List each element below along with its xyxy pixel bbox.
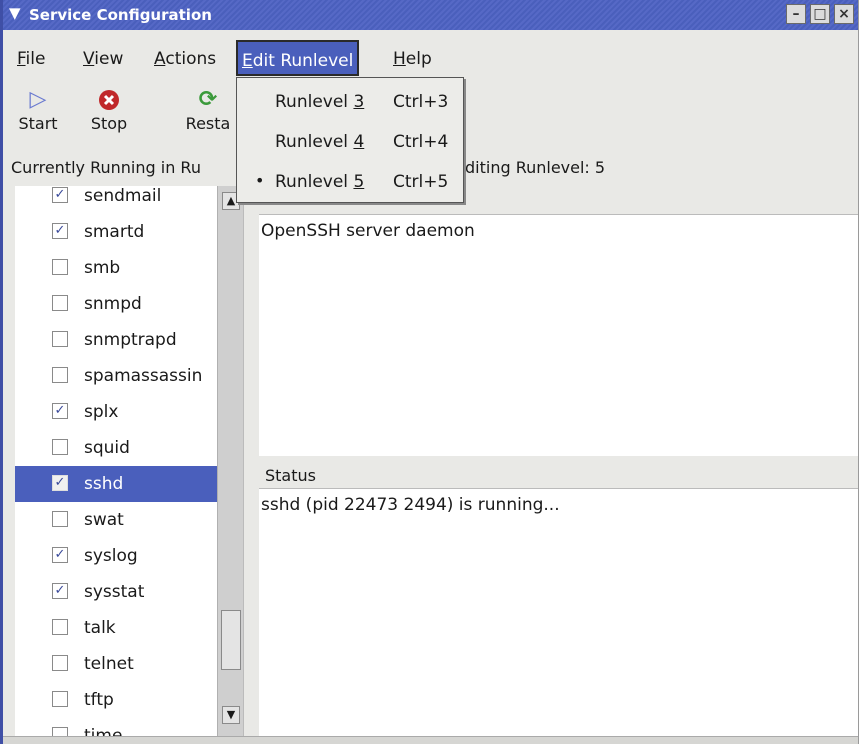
minimize-button[interactable]: – [786, 4, 806, 24]
service-checkbox[interactable] [52, 295, 68, 311]
currently-running-label: Currently Running in Ru [11, 158, 201, 177]
scroll-down-icon[interactable]: ▼ [222, 706, 240, 724]
menu-item-runlevel-3[interactable]: Runlevel 3 Ctrl+3 [237, 84, 463, 120]
restart-button[interactable]: ⟳ Resta [183, 86, 233, 133]
stop-button[interactable]: Stop [87, 86, 131, 133]
list-item[interactable]: smb [15, 250, 217, 286]
selected-bullet-icon: • [255, 171, 265, 190]
service-checkbox[interactable] [52, 511, 68, 527]
menu-help[interactable]: Help [389, 40, 436, 76]
service-checkbox[interactable] [52, 655, 68, 671]
list-item[interactable]: swat [15, 502, 217, 538]
stop-icon [87, 86, 131, 114]
service-checkbox[interactable]: ✓ [52, 583, 68, 599]
list-item[interactable]: snmpd [15, 286, 217, 322]
menu-item-runlevel-5[interactable]: • Runlevel 5 Ctrl+5 [237, 164, 463, 200]
pane-splitter[interactable] [243, 186, 259, 736]
scrollbar-thumb[interactable] [221, 610, 241, 670]
window-bottom-border [3, 736, 858, 744]
status-text: sshd (pid 22473 2494) is running... [261, 495, 560, 515]
service-checkbox[interactable] [52, 331, 68, 347]
service-list-scrollbar[interactable]: ▲ ▼ [217, 186, 243, 736]
service-configuration-window: ▼ Service Configuration – □ × File View … [0, 0, 859, 744]
service-checkbox[interactable] [52, 691, 68, 707]
window-menu-icon[interactable]: ▼ [9, 4, 21, 22]
status-panel: sshd (pid 22473 2494) is running... [259, 488, 858, 736]
menu-actions[interactable]: Actions [150, 40, 220, 76]
maximize-button[interactable]: □ [810, 4, 830, 24]
list-item[interactable]: time [15, 718, 217, 736]
service-checkbox[interactable] [52, 367, 68, 383]
start-button[interactable]: ▷ Start [15, 86, 61, 133]
list-item[interactable]: snmptrapd [15, 322, 217, 358]
list-item[interactable]: tftp [15, 682, 217, 718]
list-item[interactable]: ✓ syslog [15, 538, 217, 574]
service-list: ✓ sendmail ✓ smartd smb snmpd snmptrapd sp… [15, 186, 217, 736]
service-checkbox[interactable] [52, 619, 68, 635]
title-bar: ▼ Service Configuration – □ × [3, 0, 858, 30]
description-panel: OpenSSH server daemon [259, 214, 858, 456]
edit-runlevel-menu: Runlevel 3 Ctrl+3 Runlevel 4 Ctrl+4 • Ru… [236, 77, 464, 203]
menu-bar: File View Actions Edit Runlevel Help [3, 40, 858, 76]
close-button[interactable]: × [834, 4, 854, 24]
service-checkbox[interactable] [52, 727, 68, 736]
service-checkbox[interactable]: ✓ [52, 403, 68, 419]
menu-view[interactable]: View [79, 40, 127, 76]
list-item[interactable]: ✓ splx [15, 394, 217, 430]
list-item[interactable]: talk [15, 610, 217, 646]
restart-icon: ⟳ [198, 87, 218, 112]
list-item[interactable]: ✓ sendmail [15, 186, 217, 214]
play-icon: ▷ [29, 87, 47, 112]
list-item[interactable]: ✓ smartd [15, 214, 217, 250]
service-checkbox[interactable]: ✓ [52, 547, 68, 563]
service-checkbox[interactable]: ✓ [52, 187, 68, 203]
editing-runlevel-label: diting Runlevel: 5 [465, 158, 606, 177]
list-item[interactable]: telnet [15, 646, 217, 682]
menu-item-runlevel-4[interactable]: Runlevel 4 Ctrl+4 [237, 124, 463, 160]
list-item[interactable]: ✓ sysstat [15, 574, 217, 610]
list-item[interactable]: squid [15, 430, 217, 466]
service-checkbox[interactable]: ✓ [52, 223, 68, 239]
list-item[interactable]: spamassassin [15, 358, 217, 394]
status-label: Status [265, 466, 316, 485]
window-title: Service Configuration [29, 6, 212, 24]
service-checkbox[interactable] [52, 259, 68, 275]
service-checkbox[interactable]: ✓ [52, 475, 68, 491]
menu-file[interactable]: File [13, 40, 49, 76]
list-item-selected[interactable]: ✓ sshd [15, 466, 217, 502]
menu-edit-runlevel[interactable]: Edit Runlevel [236, 40, 360, 76]
service-checkbox[interactable] [52, 439, 68, 455]
description-text: OpenSSH server daemon [261, 221, 475, 241]
